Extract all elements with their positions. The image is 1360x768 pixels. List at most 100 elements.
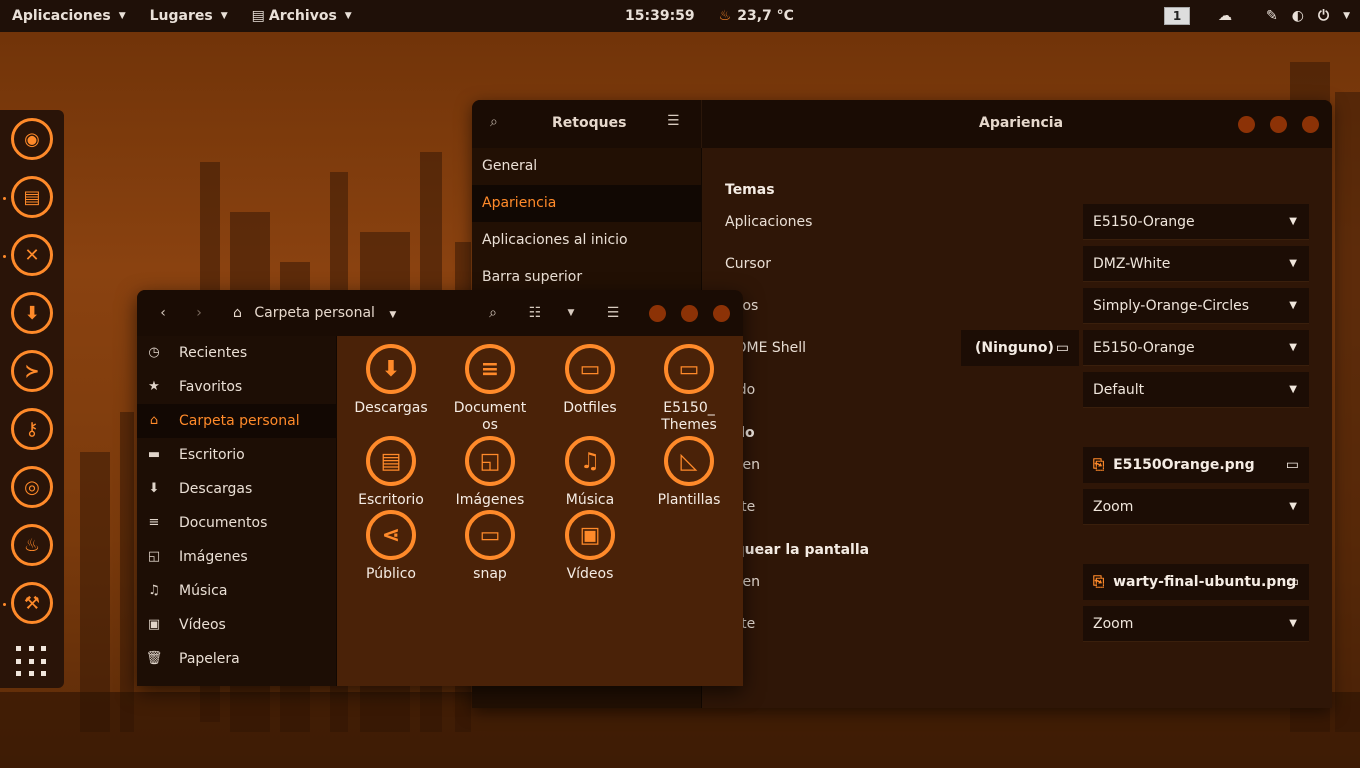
applications-menu[interactable]: Aplicaciones ▼ xyxy=(0,0,138,32)
terminal-icon[interactable]: ≻ xyxy=(11,350,53,392)
search-icon[interactable]: ⌕ xyxy=(490,114,498,130)
file-item-label: Público xyxy=(366,566,416,582)
passwords-icon[interactable]: ⚷ xyxy=(11,408,53,450)
shell-combo[interactable]: E5150-Orange ▼ xyxy=(1083,330,1309,366)
sidebar-item-documentos[interactable]: ≡ Documentos xyxy=(137,506,336,540)
search-icon[interactable]: ⌕ xyxy=(483,290,503,336)
firefox-icon[interactable]: ◉ xyxy=(11,118,53,160)
fondo-imagen-button[interactable]: ⎘ E5150Orange.png ▭ xyxy=(1083,447,1309,483)
minimize-button[interactable] xyxy=(1238,116,1255,133)
sidebar-item-apariencia[interactable]: Apariencia xyxy=(472,185,701,222)
weather-indicator[interactable]: ♨ 23,7 °C xyxy=(719,8,794,24)
sidebar-item-favoritos[interactable]: ★ Favoritos xyxy=(137,370,336,404)
sidebar-item-musica[interactable]: ♫ Música xyxy=(137,574,336,608)
document-icon: ≡ xyxy=(148,515,160,530)
view-list-icon[interactable]: ☷ xyxy=(525,290,545,336)
menu-icon[interactable]: ☰ xyxy=(667,113,680,129)
chevron-down-icon: ▼ xyxy=(1289,618,1297,629)
label-aplicaciones: Aplicaciones xyxy=(725,214,813,230)
files-icon[interactable]: ▤ xyxy=(11,176,53,218)
aplicaciones-combo[interactable]: E5150-Orange ▼ xyxy=(1083,204,1309,240)
video-icon: ▣ xyxy=(565,510,615,560)
view-options-chevron-icon[interactable]: ▼ xyxy=(561,290,581,336)
sidebar-item-aplicaciones-inicio[interactable]: Aplicaciones al inicio xyxy=(472,222,701,259)
file-item-label: Vídeos xyxy=(566,566,614,582)
file-item-descargas[interactable]: ⬇ Descargas xyxy=(341,344,441,417)
sidebar-item-descargas[interactable]: ⬇ Descargas xyxy=(137,472,336,506)
close-button[interactable] xyxy=(1302,116,1319,133)
sidebar-item-label: Carpeta personal xyxy=(179,413,300,429)
shell-none-button[interactable]: (Ninguno) ▭ xyxy=(961,330,1079,366)
iconos-combo[interactable]: Simply-Orange-Circles ▼ xyxy=(1083,288,1309,324)
file-item-dotfiles[interactable]: ▭ Dotfiles xyxy=(540,344,640,417)
tools-icon[interactable]: ⚒ xyxy=(11,582,53,624)
image-icon: ◱ xyxy=(465,436,515,486)
file-item-musica[interactable]: ♫ Música xyxy=(540,436,640,509)
running-indicator xyxy=(3,197,6,200)
sidebar-item-videos[interactable]: ▣ Vídeos xyxy=(137,608,336,642)
image-viewer-icon[interactable]: ◎ xyxy=(11,466,53,508)
sidebar-item-general[interactable]: General xyxy=(472,148,701,185)
sidebar-item-label: Música xyxy=(179,583,228,599)
maximize-button[interactable] xyxy=(1270,116,1287,133)
file-item-plantillas[interactable]: ◺ Plantillas xyxy=(639,436,739,509)
sidebar-item-imagenes[interactable]: ◱ Imágenes xyxy=(137,540,336,574)
section-temas: Temas xyxy=(725,182,775,198)
file-item-snap[interactable]: ▭ snap xyxy=(440,510,540,583)
running-indicator xyxy=(3,255,6,258)
files-grid: ⬇ Descargas ≡ Documentos ▭ Dotfiles ▭ E5150_… xyxy=(338,336,743,686)
sidebar-item-escritorio[interactable]: ▬ Escritorio xyxy=(137,438,336,472)
apps-grid-icon[interactable] xyxy=(16,646,48,678)
genie-icon[interactable]: ♨ xyxy=(11,524,53,566)
sidebar-item-label: Documentos xyxy=(179,515,268,531)
cursor-combo[interactable]: DMZ-White ▼ xyxy=(1083,246,1309,282)
system-menu-chevron-icon[interactable]: ▼ xyxy=(1343,11,1350,21)
lock-imagen-button[interactable]: ⎘ warty-final-ubuntu.png ▭ xyxy=(1083,564,1309,600)
document-icon: ≡ xyxy=(465,344,515,394)
lock-ajuste-combo[interactable]: Zoom ▼ xyxy=(1083,606,1309,642)
minimize-button[interactable] xyxy=(649,305,666,322)
menu-icon[interactable]: ☰ xyxy=(603,290,623,336)
image-file-icon: ⎘ xyxy=(1093,574,1105,590)
folder-icon: ▭ xyxy=(1285,574,1299,590)
pin-icon[interactable]: ✎ xyxy=(1266,8,1278,24)
file-item-videos[interactable]: ▣ Vídeos xyxy=(540,510,640,583)
forward-icon[interactable]: › xyxy=(189,290,209,336)
iconos-value: Simply-Orange-Circles xyxy=(1093,298,1250,314)
image-file-icon: ⎘ xyxy=(1093,457,1105,473)
files-app-icon: ▤ xyxy=(251,8,265,24)
clock[interactable]: 15:39:59 xyxy=(625,8,695,24)
places-menu[interactable]: Lugares ▼ xyxy=(138,0,240,32)
video-icon: ▣ xyxy=(147,617,161,632)
fondo-ajuste-combo[interactable]: Zoom ▼ xyxy=(1083,489,1309,525)
back-icon[interactable]: ‹ xyxy=(153,290,173,336)
close-button[interactable] xyxy=(713,305,730,322)
files-app-menu-label: Archivos xyxy=(268,8,337,24)
file-item-publico[interactable]: ⋖ Público xyxy=(341,510,441,583)
file-item-label: Imágenes xyxy=(455,492,525,508)
files-header: ‹ › ⌂ Carpeta personal ▼ ⌕ ☷ ▼ ☰ xyxy=(137,290,743,336)
chevron-down-icon: ▼ xyxy=(389,310,397,320)
tweaks-icon[interactable]: ✕ xyxy=(11,234,53,276)
file-item-imagenes[interactable]: ◱ Imágenes xyxy=(440,436,540,509)
chevron-down-icon: ▼ xyxy=(344,11,352,21)
cursor-value: DMZ-White xyxy=(1093,256,1171,272)
sonido-combo[interactable]: Default ▼ xyxy=(1083,372,1309,408)
volume-icon[interactable]: ◐ xyxy=(1292,8,1304,24)
software-icon[interactable]: ⬇ xyxy=(11,292,53,334)
sidebar-item-papelera[interactable]: 🗑 Papelera xyxy=(137,642,336,676)
path-bar[interactable]: ⌂ Carpeta personal ▼ xyxy=(233,290,396,336)
file-item-escritorio[interactable]: ▤ Escritorio xyxy=(341,436,441,509)
sidebar-item-recientes[interactable]: ◷ Recientes xyxy=(137,336,336,370)
sidebar-item-carpeta-personal[interactable]: ⌂ Carpeta personal xyxy=(137,404,336,438)
home-icon: ⌂ xyxy=(149,413,159,428)
cloud-icon[interactable]: ☁ xyxy=(1218,8,1232,24)
workspace-indicator[interactable]: 1 xyxy=(1164,7,1191,25)
file-item-documentos[interactable]: ≡ Documentos xyxy=(440,344,540,434)
maximize-button[interactable] xyxy=(681,305,698,322)
file-item-e5150-themes[interactable]: ▭ E5150_ Themes xyxy=(639,344,739,434)
power-icon[interactable]: ⏻ xyxy=(1318,8,1329,24)
desktop-icon: ▤ xyxy=(366,436,416,486)
files-app-menu[interactable]: ▤ Archivos ▼ xyxy=(240,0,364,32)
tweaks-sidebar-title: Retoques xyxy=(552,115,627,131)
